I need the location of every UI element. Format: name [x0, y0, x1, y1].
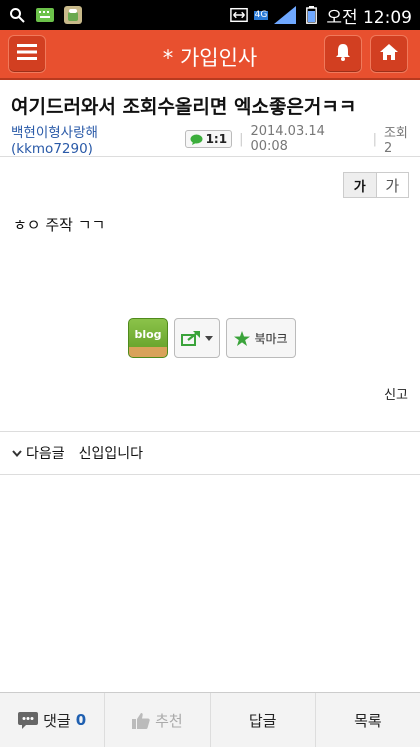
share-button[interactable] — [174, 318, 220, 358]
font-size-large-button[interactable]: 가 — [377, 173, 409, 197]
network-type-badge: 4G — [253, 9, 269, 20]
notification-button[interactable] — [324, 35, 362, 73]
comments-button[interactable]: 댓글 0 — [0, 693, 106, 747]
meta-divider: | — [372, 131, 377, 147]
share-icon — [181, 330, 201, 346]
data-transfer-icon — [229, 6, 248, 24]
home-icon — [379, 43, 399, 65]
post-title: 여기드러와서 조회수올리면 엑소좋은거ㅋㅋ — [11, 96, 357, 118]
post-meta: 백현이형사랑해(kkmo7290) 1:1 | 2014.03.14 00:08… — [11, 121, 420, 157]
chevron-down-icon — [12, 449, 22, 457]
post-date: 2014.03.14 00:08 — [250, 124, 325, 154]
next-post-label: 다음글 — [26, 446, 65, 462]
next-post-row[interactable]: 다음글 신입입니다 — [0, 432, 420, 474]
reply-button[interactable]: 답글 — [211, 693, 316, 747]
comment-bubble-icon — [18, 711, 39, 729]
post-actions: blog 북마크 — [128, 318, 296, 358]
status-bar: 4G 오전 12:09 — [0, 0, 420, 30]
chat-bubble-icon — [190, 134, 203, 145]
search-icon — [8, 6, 26, 24]
app-bar: * 가입인사 — [0, 30, 420, 80]
bookmark-button[interactable]: 북마크 — [226, 318, 296, 358]
keyboard-icon — [36, 6, 54, 24]
font-size-small-button[interactable]: 가 — [344, 173, 377, 197]
report-link[interactable]: 신고 — [384, 384, 408, 403]
home-button[interactable] — [370, 35, 408, 73]
app-notification-icon — [64, 6, 82, 24]
battery-icon — [302, 6, 320, 24]
post-header: 여기드러와서 조회수올리면 엑소좋은거ㅋㅋ 백현이형사랑해(kkmo7290) … — [0, 80, 420, 157]
post-body: ㅎㅇ 주작 ㄱㄱ — [13, 216, 106, 234]
meta-divider: | — [239, 131, 244, 147]
recommend-button[interactable]: 추천 — [105, 693, 211, 747]
bell-icon — [334, 43, 352, 65]
list-button[interactable]: 목록 — [316, 693, 420, 747]
star-icon — [234, 330, 251, 346]
clock: 오전 12:09 — [326, 7, 412, 28]
blog-share-button[interactable]: blog — [128, 318, 168, 358]
chevron-down-icon — [205, 335, 213, 341]
bottom-toolbar: 댓글 0 추천 답글 목록 — [0, 692, 420, 747]
view-count: 조회 2 — [383, 126, 408, 156]
signal-icon — [274, 6, 297, 24]
one-on-one-chat-button[interactable]: 1:1 — [184, 130, 233, 148]
author-link[interactable]: 백현이형사랑해(kkmo7290) — [11, 121, 179, 157]
thumbs-up-icon — [132, 712, 150, 729]
divider — [0, 474, 420, 475]
comment-count: 0 — [75, 711, 87, 729]
font-size-toggle: 가 가 — [343, 172, 409, 198]
next-post-title[interactable]: 신입입니다 — [79, 443, 143, 463]
